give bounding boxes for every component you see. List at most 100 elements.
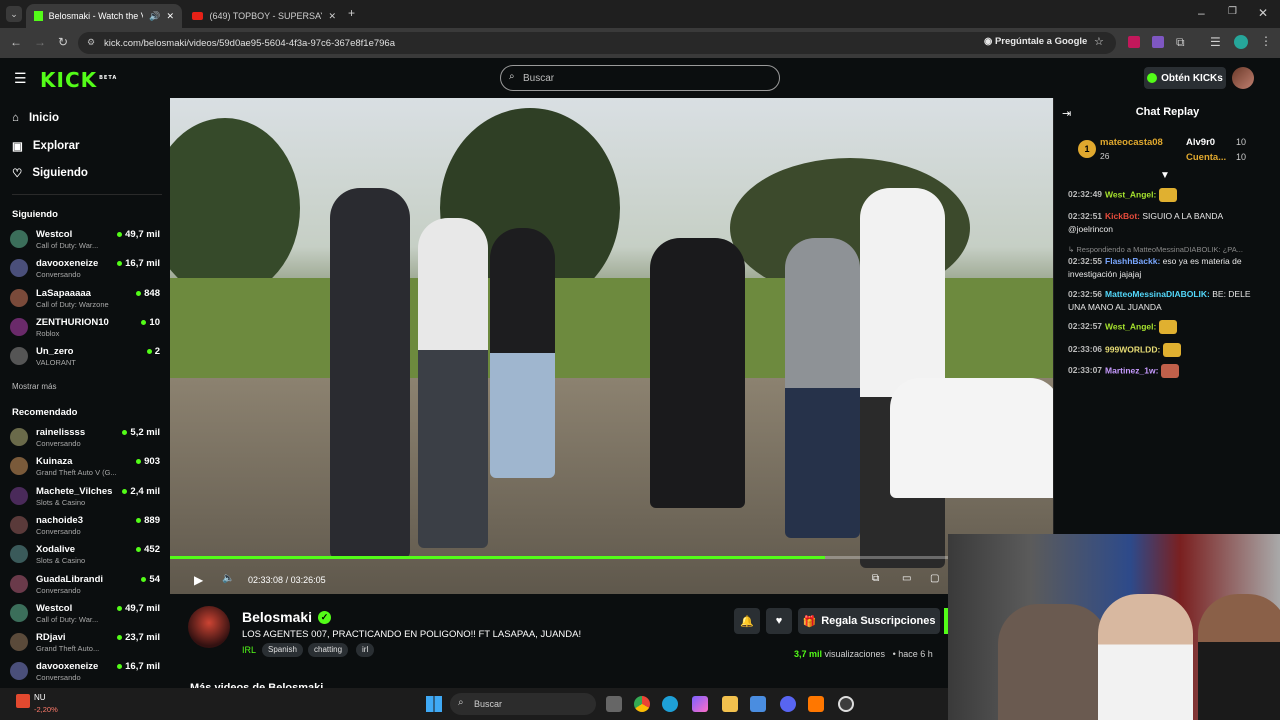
pin-icon[interactable]: ▼ [1160, 170, 1170, 181]
more-menu-icon[interactable]: ⋮ [1260, 34, 1272, 48]
windows-start-icon[interactable] [426, 696, 442, 712]
channel-name: rainelissss [36, 427, 86, 438]
chat-username[interactable]: 999WORLDD: [1105, 344, 1160, 354]
sidebar-channel-item[interactable]: GuadaLibrandi Conversando 54 [10, 573, 160, 601]
category-link[interactable]: IRL [242, 645, 256, 655]
views-label: visualizaciones [824, 649, 886, 659]
minimize-icon[interactable]: – [1198, 6, 1205, 20]
chat-title: Chat Replay [1135, 106, 1200, 118]
sidebar-channel-item[interactable]: davooxeneize Conversando 16,7 mil [10, 257, 160, 285]
channel-name: GuadaLibrandi [36, 573, 104, 585]
chat-time: 02:32:57 [1068, 321, 1103, 332]
nav-explore[interactable]: ▣ Explorar [12, 139, 80, 153]
tab-list-icon[interactable]: ⌄ [6, 6, 22, 22]
extension-icon[interactable] [1128, 36, 1140, 48]
viewer-count-value: 5,2 mil [130, 427, 160, 438]
chat-username[interactable]: Martinez_1w: [1105, 365, 1158, 375]
task-view-icon[interactable] [606, 696, 622, 712]
video-scene [330, 188, 410, 558]
chat-username[interactable]: MatteoMessinaDIABOLIK: [1105, 289, 1210, 299]
tab-topboy[interactable]: (649) TOPBOY - SUPERSAYAYIN ✕ [184, 4, 344, 28]
bookmark-star-icon[interactable]: ☆ [1094, 35, 1104, 48]
audio-icon[interactable]: 🔊 [149, 11, 160, 22]
video-player[interactable]: ▶ 🔈 02:33:08 / 03:26:05 ⧉ ▭ ▢ [170, 98, 1053, 594]
show-more-link[interactable]: Mostrar más [12, 382, 56, 391]
stock-widget-icon[interactable] [16, 694, 30, 708]
menu-icon[interactable]: ☰ [14, 70, 27, 87]
sidebar-channel-item[interactable]: Westcol Call of Duty: War... 49,7 mil [10, 228, 160, 256]
leader-name[interactable]: Alv9r0 [1186, 137, 1215, 148]
back-icon[interactable]: ← [10, 35, 22, 49]
chat-username[interactable]: FlashhBackk: [1105, 256, 1160, 266]
tag-irl[interactable]: irl [356, 643, 375, 657]
video-scene [650, 238, 745, 508]
tab-search-icon[interactable]: ☰ [1210, 35, 1221, 49]
leader-name[interactable]: mateocasta08 [1100, 137, 1163, 148]
file-explorer-icon[interactable] [722, 696, 738, 712]
leader-count: 10 [1236, 152, 1247, 162]
extensions-puzzle-icon[interactable]: ⧉ [1176, 35, 1185, 50]
chat-username[interactable]: West_Angel: [1105, 189, 1156, 199]
restore-icon[interactable]: ❐ [1228, 6, 1237, 17]
ask-google-button[interactable]: ◉ Pregúntale a Google [984, 36, 1087, 47]
channel-category: Conversando [36, 439, 81, 448]
tag-chatting[interactable]: chatting [308, 643, 349, 657]
chrome-icon[interactable] [634, 696, 650, 712]
viewer-count-value: 2,4 mil [130, 485, 160, 497]
play-icon[interactable]: ▶ [194, 573, 203, 587]
profile-avatar[interactable] [1234, 35, 1248, 49]
nav-home[interactable]: ⌂ Inicio [12, 112, 59, 124]
tag-spanish[interactable]: Spanish [262, 643, 303, 657]
copilot-icon[interactable] [692, 696, 708, 712]
channel-name: Belosmaki [242, 609, 313, 625]
new-tab-icon[interactable]: + [348, 6, 355, 20]
sidebar-channel-item[interactable]: Un_zero VALORANT 2 [10, 345, 160, 373]
discord-icon[interactable] [780, 696, 796, 712]
close-tab-icon[interactable]: ✕ [166, 11, 174, 22]
notification-bell-button[interactable]: 🔔 [734, 608, 760, 634]
pip-icon[interactable]: ▭ [902, 573, 911, 584]
leader-name[interactable]: Cuenta... [1186, 152, 1226, 163]
sidebar-channel-item[interactable]: rainelissss Conversando 5,2 mil [10, 426, 160, 454]
viewer-count: 903 [136, 456, 160, 467]
volume-icon[interactable]: 🔈 [222, 573, 234, 584]
video-progress-bar[interactable] [170, 556, 1053, 559]
viewer-count: 5,2 mil [122, 427, 160, 438]
close-tab-icon[interactable]: ✕ [328, 11, 336, 22]
nav-following[interactable]: ♡ Siguiendo [12, 166, 88, 180]
tab-belosmaki[interactable]: Belosmaki - Watch the VOD 🔊 ✕ [26, 4, 182, 28]
sidebar-channel-item[interactable]: Kuinaza Grand Theft Auto V (G... 903 [10, 455, 160, 483]
store-icon[interactable] [750, 696, 766, 712]
follow-heart-button[interactable]: ♥ [766, 608, 792, 634]
sidebar-channel-item[interactable]: Xodalive Slots & Casino 452 [10, 543, 160, 571]
channel-avatar[interactable] [188, 606, 230, 648]
sidebar-channel-item[interactable]: ZENTHURION10 Roblox 10 [10, 316, 160, 344]
sidebar-channel-item[interactable]: Machete_Vilches Slots & Casino 2,4 mil [10, 485, 160, 513]
site-info-icon[interactable]: ⚙ [87, 37, 95, 48]
gift-subs-button[interactable]: 🎁 Regala Suscripciones [798, 608, 940, 634]
clip-icon[interactable]: ⧉ [872, 573, 879, 584]
channel-category: Call of Duty: Warzone [36, 299, 109, 309]
url-input[interactable]: ⚙ kick.com/belosmaki/videos/59d0ae95-560… [78, 32, 1116, 54]
search-input[interactable]: ⌕ Buscar [500, 65, 780, 91]
sidebar-channel-item[interactable]: davooxeneize Conversando 16,7 mil [10, 660, 160, 688]
taskbar-search[interactable]: ⌕ Buscar [450, 693, 596, 715]
kick-logo[interactable]: KICK BETA [40, 68, 117, 92]
reload-icon[interactable]: ↻ [58, 35, 68, 49]
chat-username[interactable]: KickBot: [1105, 211, 1140, 221]
forward-icon[interactable]: → [34, 35, 46, 49]
sidebar-channel-item[interactable]: Westcol Call of Duty: War... 49,7 mil [10, 602, 160, 630]
channel-name-row[interactable]: Belosmaki ✓ [242, 609, 332, 625]
close-window-icon[interactable]: ✕ [1258, 6, 1268, 20]
chat-username[interactable]: West_Angel: [1105, 321, 1156, 331]
obs-icon[interactable] [838, 696, 854, 712]
sidebar-channel-item[interactable]: RDjavi Grand Theft Auto... 23,7 mil [10, 631, 160, 659]
sidebar-channel-item[interactable]: LaSapaaaaa Call of Duty: Warzone 848 [10, 287, 160, 315]
soundcloud-icon[interactable] [808, 696, 824, 712]
user-avatar[interactable] [1232, 67, 1254, 89]
edge-icon[interactable] [662, 696, 678, 712]
theater-icon[interactable]: ▢ [930, 573, 939, 584]
sidebar-channel-item[interactable]: nachoide3 Conversando 889 [10, 514, 160, 542]
extension-icon[interactable] [1152, 36, 1164, 48]
get-kicks-button[interactable]: Obtén KICKs [1144, 67, 1226, 89]
